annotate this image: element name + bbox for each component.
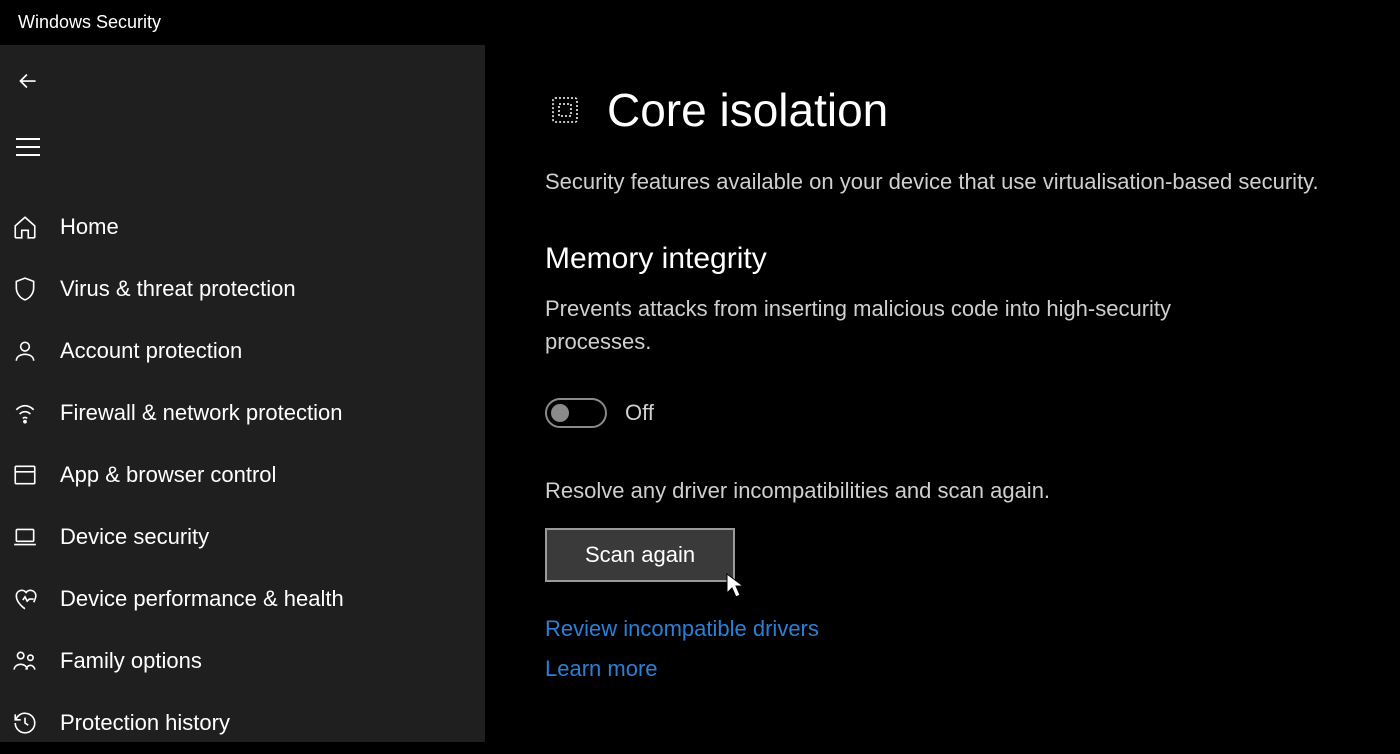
sidebar-item-family[interactable]: Family options	[0, 630, 485, 692]
nav-label: Firewall & network protection	[60, 400, 342, 426]
history-icon	[8, 706, 42, 740]
sidebar: Home Virus & threat protection Account p…	[0, 45, 485, 742]
scan-again-button[interactable]: Scan again	[545, 528, 735, 582]
section-description: Prevents attacks from inserting maliciou…	[545, 292, 1265, 358]
nav-label: Account protection	[60, 338, 242, 364]
resolve-text: Resolve any driver incompatibilities and…	[545, 478, 1340, 504]
sidebar-item-firewall[interactable]: Firewall & network protection	[0, 382, 485, 444]
sidebar-item-app[interactable]: App & browser control	[0, 444, 485, 506]
sidebar-item-virus[interactable]: Virus & threat protection	[0, 258, 485, 320]
wifi-icon	[8, 396, 42, 430]
nav-label: Protection history	[60, 710, 230, 736]
nav-label: Virus & threat protection	[60, 276, 296, 302]
family-icon	[8, 644, 42, 678]
toggle-knob	[551, 404, 569, 422]
account-icon	[8, 334, 42, 368]
sidebar-item-home[interactable]: Home	[0, 196, 485, 258]
hamburger-button[interactable]	[4, 123, 52, 171]
window-title: Windows Security	[0, 0, 1400, 45]
nav-label: Device security	[60, 524, 209, 550]
sidebar-item-account[interactable]: Account protection	[0, 320, 485, 382]
hamburger-icon	[16, 138, 40, 156]
heart-icon	[8, 582, 42, 616]
back-button[interactable]	[4, 57, 52, 105]
toggle-state-label: Off	[625, 400, 654, 426]
page-title: Core isolation	[607, 83, 888, 137]
shield-icon	[8, 272, 42, 306]
browser-icon	[8, 458, 42, 492]
section-title: Memory integrity	[545, 242, 1340, 276]
sidebar-item-performance[interactable]: Device performance & health	[0, 568, 485, 630]
nav-label: App & browser control	[60, 462, 276, 488]
learn-more-link[interactable]: Learn more	[545, 656, 1340, 682]
page-description: Security features available on your devi…	[545, 165, 1325, 198]
memory-integrity-toggle[interactable]	[545, 398, 607, 428]
nav-list: Home Virus & threat protection Account p…	[0, 196, 485, 754]
main-content: Core isolation Security features availab…	[485, 45, 1400, 742]
nav-label: Home	[60, 214, 119, 240]
nav-label: Family options	[60, 648, 202, 674]
home-icon	[8, 210, 42, 244]
sidebar-item-history[interactable]: Protection history	[0, 692, 485, 754]
sidebar-item-device-security[interactable]: Device security	[0, 506, 485, 568]
laptop-icon	[8, 520, 42, 554]
review-drivers-link[interactable]: Review incompatible drivers	[545, 616, 1340, 642]
nav-label: Device performance & health	[60, 586, 344, 612]
chip-icon	[545, 90, 585, 130]
back-arrow-icon	[15, 68, 41, 94]
